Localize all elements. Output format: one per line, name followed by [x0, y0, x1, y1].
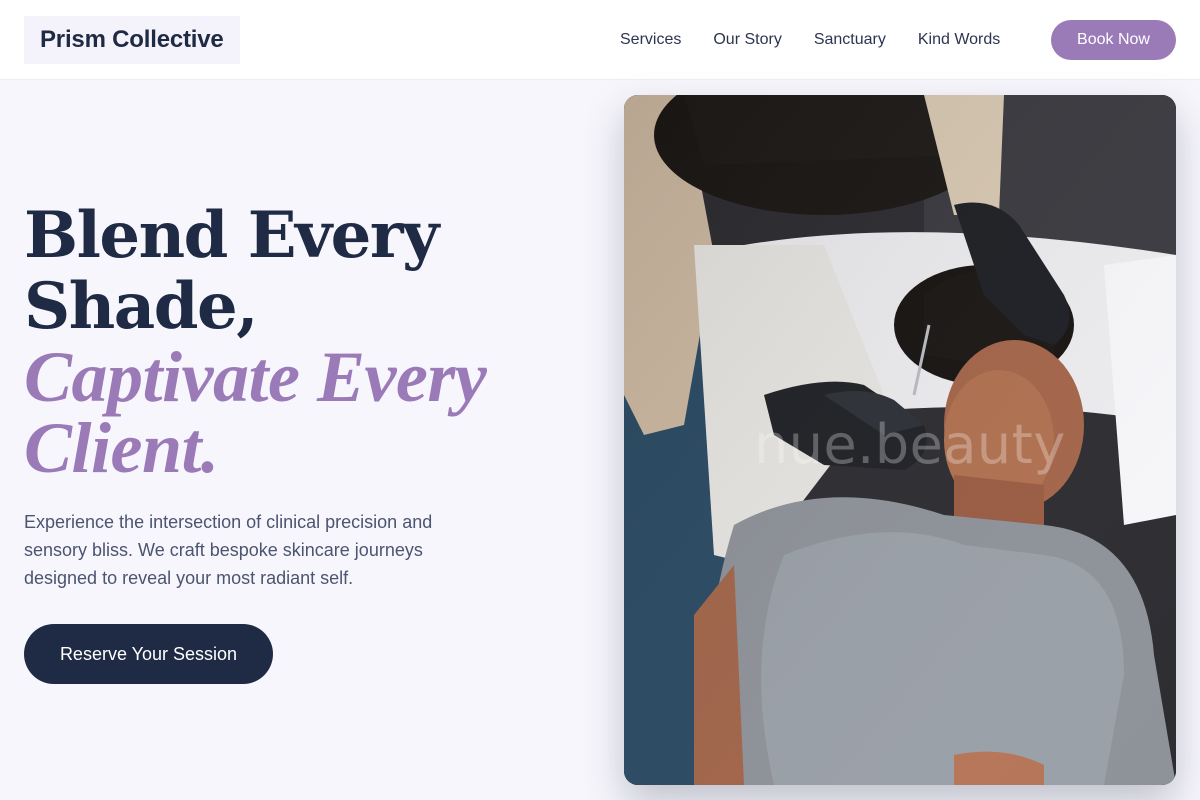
nav-link-our-story[interactable]: Our Story — [713, 31, 781, 49]
headline-line-2: Captivate Every Client. — [24, 337, 487, 488]
brand-logo[interactable]: Prism Collective — [24, 16, 240, 64]
reserve-session-button[interactable]: Reserve Your Session — [24, 624, 273, 684]
hero-headline: Blend Every Shade, Captivate Every Clien… — [24, 200, 584, 484]
main-nav: Services Our Story Sanctuary Kind Words — [604, 0, 1016, 80]
site-header: Prism Collective Services Our Story Sanc… — [0, 0, 1200, 80]
headline-line-1: Blend Every Shade, — [24, 198, 439, 344]
nav-link-services[interactable]: Services — [620, 31, 681, 49]
image-watermark: nue.beauty — [754, 413, 1066, 476]
nav-link-sanctuary[interactable]: Sanctuary — [814, 31, 886, 49]
nav-link-kind-words[interactable]: Kind Words — [918, 31, 1000, 49]
book-now-button[interactable]: Book Now — [1051, 20, 1176, 60]
hero-photo-facial-treatment: nue.beauty — [624, 95, 1176, 785]
hero-description: Experience the intersection of clinical … — [24, 512, 433, 588]
